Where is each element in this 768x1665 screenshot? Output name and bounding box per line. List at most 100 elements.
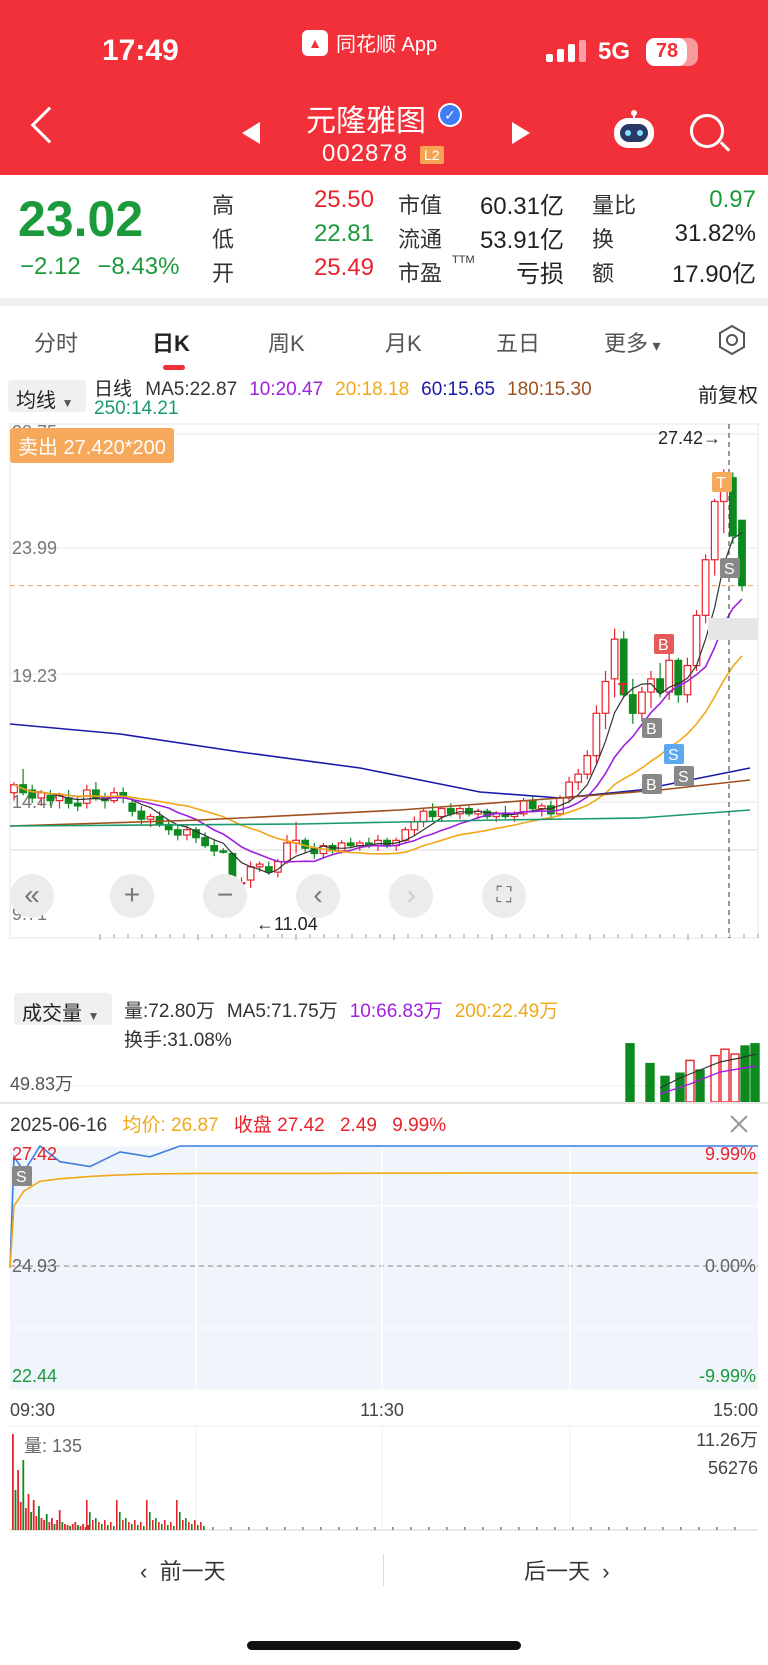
candle-body [183,829,191,836]
intraday-volume-bar [35,1516,38,1530]
intraday-chart[interactable]: 27.42 24.93 22.44 9.99% 0.00% -9.99% S 09:30 11:… [0,1138,768,1538]
intraday-volume-bar [248,1527,250,1530]
fullscreen-icon[interactable]: ⛶ [482,874,526,918]
ma60-line [9,723,751,799]
intraday-volume-bar [79,1526,82,1530]
intraday-y-label: 22.44 [12,1366,57,1386]
intraday-volume-bar [164,1520,166,1530]
candle-body [628,694,637,714]
intraday-volume-bar [626,1527,628,1530]
volume-legend-item: 200:22.49万 [454,1001,559,1022]
tab-2[interactable]: 周K [268,326,305,358]
search-icon[interactable] [690,114,724,148]
candle-body [246,866,255,881]
period-tabs: 分时 日K 周K 月K 五日 更多 ▾ [0,318,768,368]
tab-4[interactable]: 五日 [496,326,540,358]
intraday-volume-bar [104,1520,106,1530]
intraday-volume-bar [173,1526,175,1530]
back-icon[interactable] [30,106,68,144]
volume-chart[interactable]: 49.83万 [0,1040,768,1102]
volume-bar [750,1043,760,1102]
level2-badge[interactable]: L2 [420,146,444,164]
intraday-volume-bar [25,1508,27,1530]
intraday-volume-bar [53,1524,56,1530]
candle-body [428,810,437,818]
intraday-volume-bar [191,1524,193,1530]
dropdown-icon: ▼ [87,1009,100,1023]
robot-assistant-icon[interactable] [612,110,656,150]
intraday-volume-bar [137,1525,139,1530]
intraday-volume-bar [188,1522,190,1530]
candle-body [283,842,291,863]
tab-0[interactable]: 分时 [34,326,78,358]
high-price-mark: 27.42→ [658,428,721,448]
next-day-button[interactable]: 后一天 › [524,1554,610,1586]
collapse-left-icon[interactable]: « [10,874,54,918]
intraday-volume-bar [89,1512,91,1530]
intraday-volume-bar [32,1500,35,1530]
candle-body [128,802,137,812]
signal-s-icon: S [678,769,689,786]
intraday-volume-label: 量: 135 [24,1436,82,1456]
intraday-volume-bar [51,1518,53,1530]
intraday-volume-bar [149,1512,151,1530]
candle-body [446,807,455,815]
zoom-in-icon[interactable]: + [110,874,154,918]
candle-body [383,839,391,847]
volume-legend-item: MA5:71.75万 [226,1001,338,1022]
intraday-volume-bar [482,1527,484,1530]
tab-5[interactable]: 更多 ▾ [604,326,661,358]
intraday-volume-bar [338,1527,340,1530]
prev-day-button[interactable]: ‹ 前一天 [140,1554,226,1586]
prev-stock-icon[interactable] [242,122,260,144]
intraday-volume-bar [66,1525,69,1530]
intraday-volume-bar [71,1524,74,1530]
intraday-volume-bar [140,1522,142,1530]
intraday-volume-bar [194,1520,196,1530]
intraday-volume-bar [131,1524,133,1530]
candle-body [219,850,228,853]
intraday-bg [10,1146,758,1390]
scroll-right-icon[interactable]: › [389,874,433,918]
volume-legend: 量:72.80万 MA5:71.75万 10:66.83万 200:22.49万 [124,996,570,1023]
candle-body [437,807,446,818]
candle-body [210,845,219,852]
ma-selector[interactable]: 均线 ▼ [8,380,86,412]
intraday-x-label: 09:30 [10,1400,55,1420]
quote-value: 31.82% [674,220,756,247]
chevron-right-icon: › [590,1559,610,1584]
volume-selector[interactable]: 成交量 ▼ [14,993,112,1025]
intraday-volume-bar [680,1527,682,1530]
settings-hexagon-icon[interactable] [716,324,748,356]
intraday-volume-bar [410,1527,412,1530]
intraday-close: 收盘 27.42 [233,1115,325,1136]
scroll-left-icon[interactable]: ‹ [296,874,340,918]
intraday-volume-bar [203,1526,205,1530]
tab-3[interactable]: 月K [385,326,422,358]
network-type: 5G [598,38,631,65]
y-axis-label: 19.23 [12,666,57,686]
quote-value: 亏损 [516,261,564,288]
intraday-volume-bar [92,1520,94,1530]
candle-body [419,810,428,823]
candle-body [656,678,664,693]
volume-bar [625,1043,635,1102]
close-icon[interactable] [728,1113,750,1135]
kline-chart[interactable]: 28.7523.9919.2314.479.7127.42→←11.04TBSB… [0,420,768,940]
intraday-volume-bar [200,1522,202,1530]
zoom-out-icon[interactable]: − [203,874,247,918]
quote-label: 高 [212,193,235,218]
intraday-volume-bar [38,1506,40,1530]
intraday-volume-bar [590,1527,592,1530]
tab-1[interactable]: 日K [152,326,190,358]
intraday-volume-bar [40,1518,43,1530]
intraday-volume-bar [45,1514,48,1530]
next-stock-icon[interactable] [512,122,530,144]
intraday-pct-label: 0.00% [705,1256,756,1276]
intraday-volume-bar [61,1522,64,1530]
app-badge: ▲ 同花顺 App [302,28,437,57]
intraday-volume-bar [212,1527,214,1530]
intraday-volume-bar [446,1527,448,1530]
adjust-mode-label[interactable]: 前复权 [698,379,758,408]
home-indicator [247,1641,521,1650]
